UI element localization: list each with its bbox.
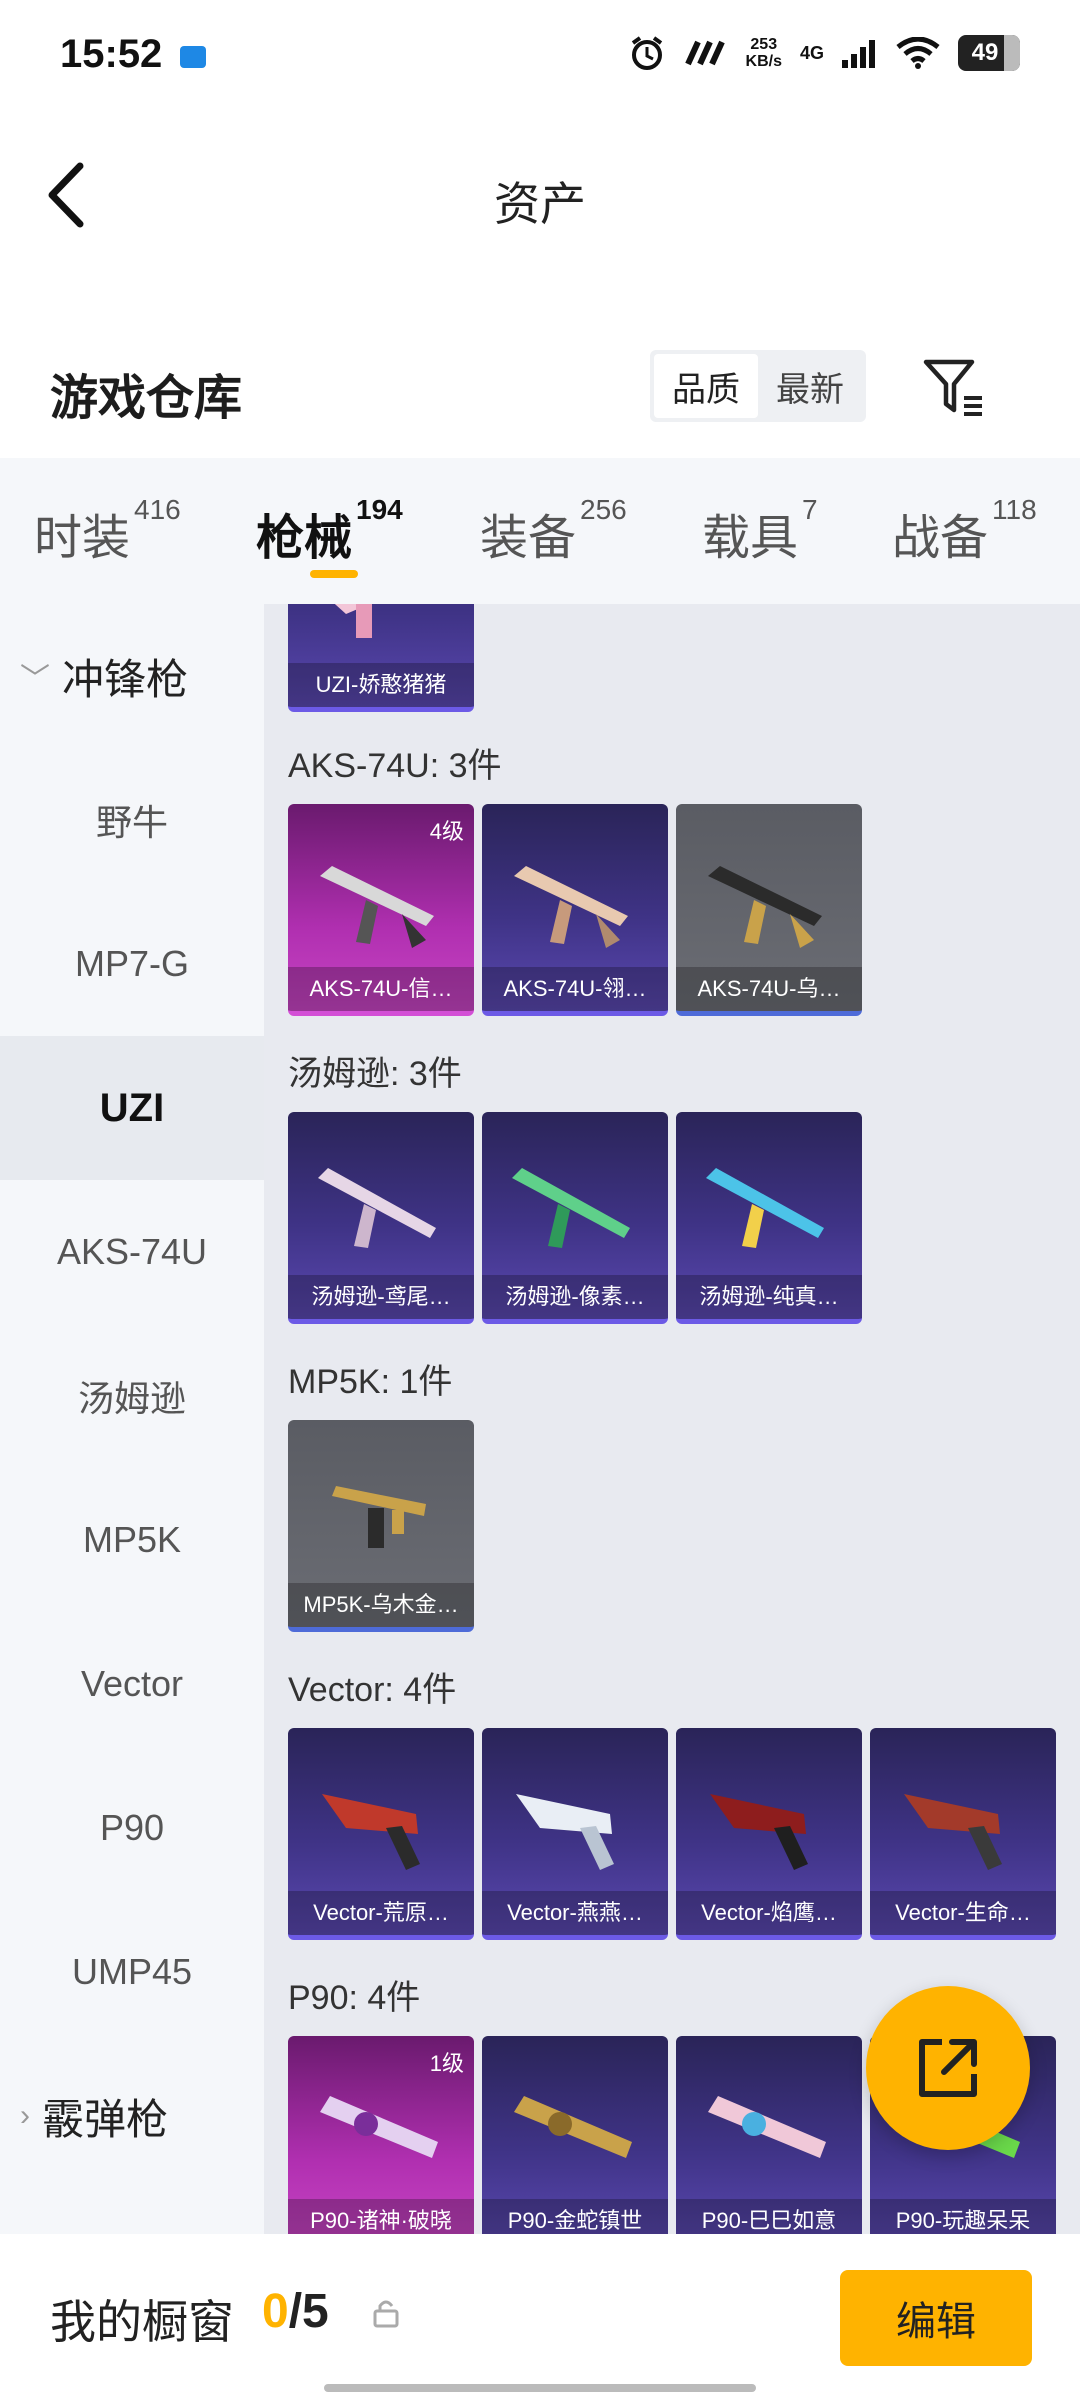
filter-icon [923,359,982,416]
alarm-icon [631,36,662,70]
sidebar-item-ump45[interactable]: UMP45 [0,1900,264,2044]
group-label: Vector: 4件 [288,1671,457,1709]
app-logo-icon [684,40,725,66]
active-tab-indicator [310,570,358,578]
weapon-image [904,1794,1002,1870]
weapon-card-name: Vector-焰鹰… [676,1891,862,1935]
tab-equipment[interactable]: 装备256 [480,494,627,568]
network-speed: 253 KB/s [745,36,782,70]
status-time: 15:52 [60,32,163,76]
group-label: 汤姆逊: 3件 [288,1055,462,1093]
sort-latest-button[interactable]: 最新 [758,354,862,418]
weapon-image [514,866,628,948]
sidebar-item-aks74u[interactable]: AKS-74U [0,1180,264,1324]
weapon-image [320,866,434,948]
weapon-image [516,1794,614,1870]
showcase-label: 我的橱窗 [50,2296,234,2348]
sidebar-item-uzi[interactable]: UZI [0,1036,264,1180]
weapon-image [334,604,372,638]
weapon-card-name: P90-诸神·破晓 [288,2199,474,2234]
share-icon [919,2039,977,2097]
weapon-card-name: Vector-燕燕… [482,1891,668,1935]
weapon-image [322,1794,420,1870]
tab-fashion[interactable]: 时装416 [34,494,181,568]
weapon-card[interactable]: MP5K-乌木金… [288,1420,474,1632]
battery-indicator: 49 [958,35,1020,71]
weapon-card-name: MP5K-乌木金… [288,1583,474,1627]
weapon-card-name: UZI-娇憨猪猪 [288,663,474,707]
weapon-card-name: Vector-荒原… [288,1891,474,1935]
weapon-card[interactable]: 汤姆逊-纯真… [676,1112,862,1324]
weapon-card[interactable]: Vector-燕燕… [482,1728,668,1940]
status-bar: 15:52 253 KB/s 4G 49 [0,0,1080,110]
weapon-image [320,2096,438,2158]
tab-vehicles[interactable]: 载具7 [702,494,818,568]
weapon-card-name: AKS-74U-信… [288,967,474,1011]
weapon-image [332,1486,426,1548]
weapon-image [710,1794,808,1870]
share-button[interactable] [866,1986,1030,2150]
weapon-card[interactable]: 4级 AKS-74U-信… [288,804,474,1016]
group-label: MP5K: 1件 [288,1363,453,1401]
category-tabs: 时装416 枪械194 装备256 载具7 战备118 [0,458,1080,604]
sidebar-item-p90[interactable]: P90 [0,1756,264,1900]
group-label: P90: 4件 [288,1979,421,2017]
sort-quality-button[interactable]: 品质 [654,354,758,418]
weapon-card-name: P90-玩趣呆呆 [870,2199,1056,2234]
edit-button[interactable]: 编辑 [840,2270,1032,2366]
filter-button[interactable] [920,352,990,422]
weapon-image [708,866,822,948]
page-title: 资产 [494,178,586,230]
weapon-card-name: AKS-74U-乌… [676,967,862,1011]
weapon-image [318,1168,436,1248]
weapon-card[interactable]: AKS-74U-翎… [482,804,668,1016]
weapon-card-name: P90-金蛇镇世 [482,2199,668,2234]
weapon-card-name: P90-巳巳如意 [676,2199,862,2234]
weapon-card-name: Vector-生命… [870,1891,1056,1935]
warehouse-title: 游戏仓库 [50,372,243,425]
app-notification-icon [180,46,206,68]
sidebar-group-shotgun[interactable]: › 霰弹枪 [0,2044,264,2188]
status-icons: 253 KB/s 4G 49 [628,34,1020,72]
weapon-card[interactable]: 汤姆逊-鸢尾… [288,1112,474,1324]
sort-toggle: 品质 最新 [650,350,866,422]
weapon-card[interactable]: P90-巳巳如意 [676,2036,862,2234]
group-label: AKS-74U: 3件 [288,747,502,785]
weapon-image [708,2096,826,2158]
page-header: 资产 [0,130,1080,260]
weapon-card-name: 汤姆逊-像素… [482,1275,668,1319]
wifi-icon [896,37,940,69]
weapon-card[interactable]: AKS-74U-乌… [676,804,862,1016]
tab-weapons[interactable]: 枪械194 [256,494,403,568]
sidebar-item-thompson[interactable]: 汤姆逊 [0,1324,264,1468]
tab-supplies[interactable]: 战备118 [892,494,1037,568]
weapon-image [706,1168,824,1248]
showcase-count: 0/5 [262,2285,329,2338]
chevron-down-icon: ﹀ [20,663,50,696]
sidebar-group-smg[interactable]: ﹀ 冲锋枪 [0,604,264,748]
network-type: 4G [799,42,824,63]
bottom-bar: 我的橱窗 0/5 编辑 [0,2234,1080,2400]
weapon-card[interactable]: UZI-娇憨猪猪 [288,604,474,712]
weapon-card-name: 汤姆逊-鸢尾… [288,1275,474,1319]
weapon-card-name: 汤姆逊-纯真… [676,1275,862,1319]
sidebar-item-mp7g[interactable]: MP7-G [0,892,264,1036]
lock-icon [373,2300,399,2328]
weapon-card[interactable]: Vector-焰鹰… [676,1728,862,1940]
weapon-card[interactable]: P90-金蛇镇世 [482,2036,668,2234]
weapon-card[interactable]: Vector-荒原… [288,1728,474,1940]
signal-icon [842,40,875,68]
weapon-image [514,2096,632,2158]
weapon-image [512,1168,630,1248]
sidebar-item-bison[interactable]: 野牛 [0,748,264,892]
weapon-card[interactable]: Vector-生命… [870,1728,1056,1940]
weapon-card-name: AKS-74U-翎… [482,967,668,1011]
weapon-card[interactable]: 汤姆逊-像素… [482,1112,668,1324]
home-indicator [324,2384,756,2392]
sidebar-item-vector[interactable]: Vector [0,1612,264,1756]
sidebar-item-mp5k[interactable]: MP5K [0,1468,264,1612]
weapon-card[interactable]: 1级 P90-诸神·破晓 [288,2036,474,2234]
weapon-category-sidebar: ﹀ 冲锋枪 野牛 MP7-G UZI AKS-74U 汤姆逊 MP5K Vecto… [0,604,264,2234]
chevron-right-icon: › [20,2099,30,2132]
